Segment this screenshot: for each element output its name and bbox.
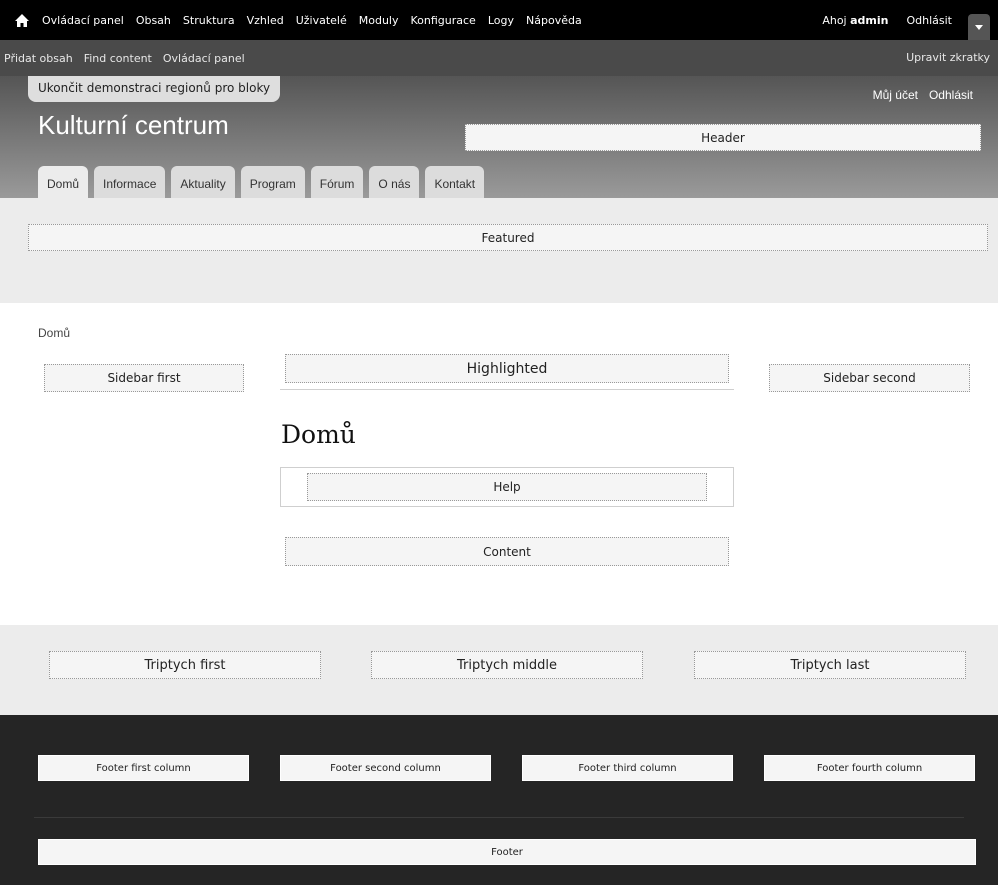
secondary-menu: Můj účet Odhlásit <box>862 88 973 102</box>
toolbar-item-reports[interactable]: Logy <box>488 14 514 27</box>
triptych-section: Triptych first Triptych middle Triptych … <box>0 625 998 715</box>
user-greeting: Ahoj admin <box>822 14 888 27</box>
shortcut-add-content[interactable]: Přidat obsah <box>4 52 73 65</box>
shortcut-dashboard[interactable]: Ovládací panel <box>163 52 245 65</box>
highlighted-region: Highlighted <box>285 354 729 383</box>
page-title: Domů <box>281 420 356 449</box>
edit-shortcuts-link[interactable]: Upravit zkratky <box>906 40 990 76</box>
footer-first-column-region: Footer first column <box>38 755 249 781</box>
toolbar-item-configuration[interactable]: Konfigurace <box>411 14 476 27</box>
toolbar-logout-link[interactable]: Odhlásit <box>906 14 952 27</box>
username[interactable]: admin <box>850 14 888 27</box>
tab-contact[interactable]: Kontakt <box>425 166 485 198</box>
toolbar-item-modules[interactable]: Moduly <box>359 14 399 27</box>
featured-section: Featured <box>0 198 998 303</box>
tab-news[interactable]: Aktuality <box>171 166 235 198</box>
toolbar-item-content[interactable]: Obsah <box>136 14 171 27</box>
tab-about[interactable]: O nás <box>369 166 420 198</box>
home-icon[interactable] <box>14 12 30 28</box>
main-menu-tabs: Domů Informace Aktuality Program Fórum O… <box>38 166 490 198</box>
greeting-text: Ahoj <box>822 13 851 27</box>
sidebar-second-region: Sidebar second <box>769 364 970 392</box>
content-region: Content <box>285 537 729 566</box>
toolbar-item-appearance[interactable]: Vzhled <box>247 14 284 27</box>
help-region: Help <box>307 473 707 501</box>
triptych-first-region: Triptych first <box>49 651 321 679</box>
toolbar-item-dashboard[interactable]: Ovládací panel <box>42 14 124 27</box>
triptych-middle-region: Triptych middle <box>371 651 643 679</box>
highlighted-divider <box>280 389 734 390</box>
footer-fourth-column-region: Footer fourth column <box>764 755 975 781</box>
shortcuts-toggle-button[interactable] <box>968 14 990 40</box>
footer-divider <box>34 817 964 818</box>
chevron-down-icon <box>975 24 983 30</box>
tab-home[interactable]: Domů <box>38 166 89 198</box>
shortcut-find-content[interactable]: Find content <box>84 52 152 65</box>
help-wrapper: Help <box>280 467 734 507</box>
tab-program[interactable]: Program <box>240 166 305 198</box>
header-logout-link[interactable]: Odhlásit <box>929 88 973 102</box>
breadcrumb[interactable]: Domů <box>38 326 70 340</box>
featured-region: Featured <box>28 224 988 251</box>
toolbar-item-help[interactable]: Nápověda <box>526 14 582 27</box>
toolbar-item-people[interactable]: Uživatelé <box>296 14 347 27</box>
toolbar-item-structure[interactable]: Struktura <box>183 14 235 27</box>
footer-second-column-region: Footer second column <box>280 755 491 781</box>
shortcuts-bar: Přidat obsah Find content Ovládací panel… <box>0 40 998 76</box>
toolbar-user-area: Ahoj admin Odhlásit <box>822 0 990 40</box>
toolbar-menu: Ovládací panel Obsah Struktura Vzhled Už… <box>0 0 594 40</box>
tab-information[interactable]: Informace <box>94 166 166 198</box>
shortcut-links: Přidat obsah Find content Ovládací panel <box>4 40 256 76</box>
site-footer: Footer first column Footer second column… <box>0 715 998 885</box>
footer-region: Footer <box>38 839 976 865</box>
site-header: Ukončit demonstraci regionů pro bloky Ku… <box>0 76 998 198</box>
footer-third-column-region: Footer third column <box>522 755 733 781</box>
my-account-link[interactable]: Můj účet <box>873 88 918 102</box>
exit-block-demo-button[interactable]: Ukončit demonstraci regionů pro bloky <box>28 76 281 102</box>
admin-toolbar: Ovládací panel Obsah Struktura Vzhled Už… <box>0 0 998 40</box>
triptych-last-region: Triptych last <box>694 651 966 679</box>
tab-forum[interactable]: Fórum <box>310 166 364 198</box>
site-name[interactable]: Kulturní centrum <box>38 110 229 141</box>
sidebar-first-region: Sidebar first <box>44 364 244 392</box>
header-region: Header <box>465 124 981 151</box>
